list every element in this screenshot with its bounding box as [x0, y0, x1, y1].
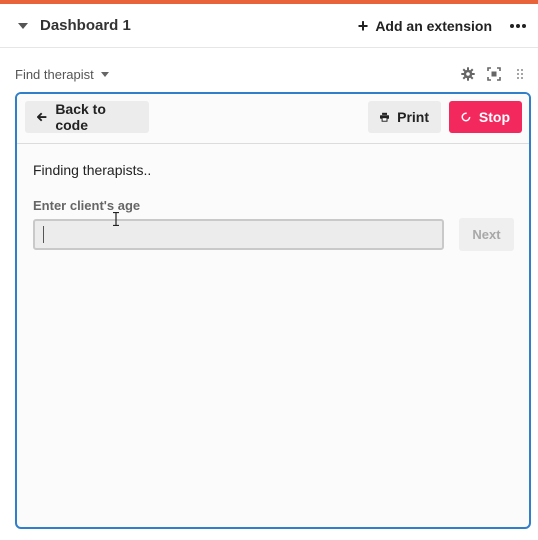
extension-tools — [460, 62, 528, 86]
back-to-code-label: Back to code — [55, 101, 106, 133]
chevron-down-icon — [100, 71, 109, 77]
text-cursor-icon — [113, 212, 119, 226]
age-input[interactable] — [33, 219, 444, 250]
gear-icon[interactable] — [460, 66, 476, 82]
print-button[interactable]: Print — [368, 101, 441, 133]
age-label: Enter client's age — [33, 198, 141, 213]
fullscreen-icon[interactable] — [486, 66, 502, 82]
status-area: Finding therapists.. — [33, 162, 151, 178]
add-extension-button[interactable]: + Add an extension — [358, 4, 492, 48]
status-text: Finding therapists.. — [33, 162, 152, 178]
stop-label: Stop — [478, 109, 510, 125]
printer-icon — [380, 112, 390, 122]
drag-handle-icon[interactable] — [512, 66, 528, 82]
stop-button[interactable]: Stop — [449, 101, 522, 133]
spinner-icon — [461, 112, 471, 122]
dashboard-title[interactable]: Dashboard 1 — [40, 17, 131, 34]
extension-name: Find therapist — [15, 66, 94, 82]
extension-frame: Back to code Print Stop Finding therapis… — [15, 92, 531, 529]
text-caret — [43, 226, 44, 243]
print-label: Print — [397, 109, 429, 125]
add-extension-label: Add an extension — [375, 18, 492, 34]
chevron-down-icon[interactable] — [18, 22, 28, 29]
more-icon[interactable] — [510, 4, 526, 48]
dashboard-header: Dashboard 1 + Add an extension — [0, 4, 538, 48]
back-to-code-button[interactable]: Back to code — [25, 101, 149, 133]
plus-icon: + — [357, 16, 369, 36]
next-button[interactable]: Next — [459, 218, 514, 251]
arrow-left-icon — [37, 112, 47, 122]
extension-toolbar: Back to code Print Stop — [17, 94, 529, 144]
extension-name-dropdown[interactable]: Find therapist — [15, 67, 109, 82]
extension-header: Find therapist — [0, 62, 538, 86]
